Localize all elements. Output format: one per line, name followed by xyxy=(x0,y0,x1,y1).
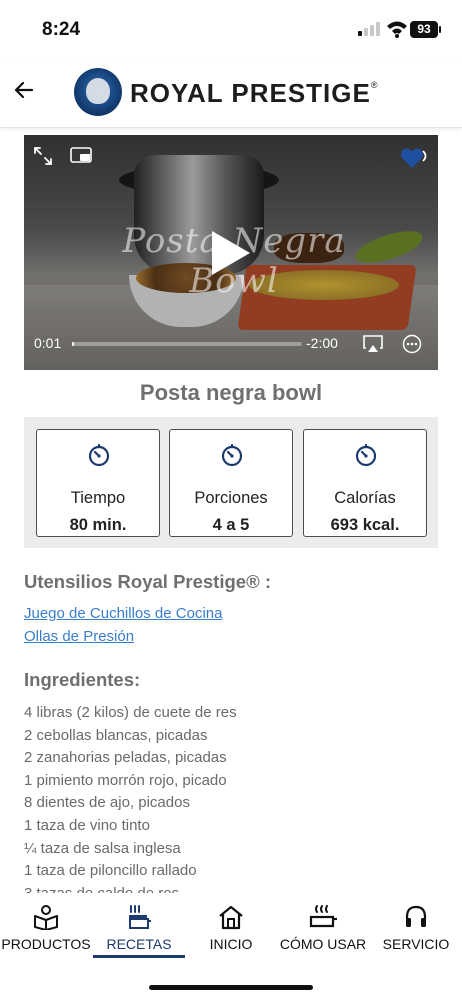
list-item: 1 pimiento morrón rojo, picado xyxy=(24,771,227,789)
chef-pot-icon xyxy=(129,905,151,929)
stat-value: 80 min. xyxy=(69,516,127,534)
nav-label: PRODUCTOS xyxy=(1,936,91,952)
video-player[interactable]: Posta Negra Bowl 0:01 -2:00 xyxy=(24,135,438,370)
video-remaining-time: -2:00 xyxy=(306,335,338,351)
back-arrow-icon[interactable] xyxy=(12,78,36,102)
home-indicator[interactable] xyxy=(149,985,313,990)
recipe-title: Posta negra bowl xyxy=(139,380,323,405)
app-header: ROYAL PRESTIGE® xyxy=(0,58,462,128)
airplay-icon[interactable] xyxy=(362,334,384,354)
more-options-icon[interactable] xyxy=(402,334,422,354)
nav-label: RECETAS xyxy=(106,936,172,952)
list-item: 2 zanahorias peladas, picadas xyxy=(24,749,227,767)
nav-item-productos[interactable]: PRODUCTOS xyxy=(0,901,92,961)
utensils-heading: Utensilios Royal Prestige® : xyxy=(24,571,272,592)
volume-icon[interactable] xyxy=(420,147,434,165)
lion-logo-icon xyxy=(74,68,122,116)
ingredients-list: 4 libras (2 kilos) de cuete de res 2 ceb… xyxy=(24,702,444,905)
list-item: 8 dientes de ajo, picados xyxy=(24,794,190,812)
book-person-icon xyxy=(34,905,58,930)
stat-value: 693 kcal. xyxy=(330,516,400,534)
nav-item-recetas[interactable]: RECETAS xyxy=(93,901,185,961)
nav-label: INICIO xyxy=(209,936,253,952)
list-item: 1 taza de vino tinto xyxy=(24,816,150,834)
recipe-stats: Tiempo 80 min. Porciones 4 a 5 Calorías … xyxy=(24,417,438,548)
fullscreen-icon[interactable] xyxy=(32,145,54,167)
pan-steam-icon xyxy=(309,905,337,928)
nav-item-inicio[interactable]: INICIO xyxy=(185,901,277,961)
nav-label: SERVICIO xyxy=(382,936,450,952)
nav-label: CÓMO USAR xyxy=(279,936,367,952)
brand-text: ROYAL PRESTIGE xyxy=(130,78,371,108)
stat-card-servings: Porciones 4 a 5 xyxy=(169,429,293,537)
stat-label: Porciones xyxy=(194,489,268,507)
stat-label: Calorías xyxy=(334,489,396,507)
stat-value: 4 a 5 xyxy=(212,516,250,534)
brand-name: ROYAL PRESTIGE® xyxy=(130,78,378,109)
timer-icon xyxy=(221,443,243,467)
stat-card-time: Tiempo 80 min. xyxy=(36,429,160,537)
play-button[interactable] xyxy=(212,231,250,275)
wifi-icon xyxy=(387,21,407,38)
video-progress-bar[interactable] xyxy=(72,342,302,346)
battery-indicator: 93 xyxy=(410,21,441,38)
status-time: 8:24 xyxy=(42,19,81,40)
signal-icon xyxy=(358,22,380,36)
video-progress-fill xyxy=(72,342,75,346)
picture-in-picture-icon[interactable] xyxy=(70,147,94,165)
link-knife-set[interactable]: Juego de Cuchillos de Cocina xyxy=(24,605,222,622)
home-icon xyxy=(219,905,243,930)
active-tab-indicator xyxy=(93,955,185,958)
list-item: 2 cebollas blancas, picadas xyxy=(24,726,208,744)
list-item: ¼ taza de salsa inglesa xyxy=(24,839,181,857)
nav-item-servicio[interactable]: SERVICIO xyxy=(370,901,462,961)
list-item: 4 libras (2 kilos) de cuete de res xyxy=(24,704,237,721)
stat-label: Tiempo xyxy=(70,489,126,507)
link-pressure-cookers[interactable]: Ollas de Presión xyxy=(24,628,134,645)
timer-icon xyxy=(355,443,377,467)
status-bar: 8:24 93 xyxy=(0,0,462,58)
video-current-time: 0:01 xyxy=(34,335,62,351)
timer-icon xyxy=(88,443,110,467)
stat-card-calories: Calorías 693 kcal. xyxy=(303,429,427,537)
nav-item-como-usar[interactable]: CÓMO USAR xyxy=(277,901,369,961)
list-item: 1 taza de piloncillo rallado xyxy=(24,862,197,880)
bottom-nav: PRODUCTOS RECETAS INICIO CÓMO USAR SERVI… xyxy=(0,893,462,1000)
headset-icon xyxy=(405,905,427,927)
registered-mark: ® xyxy=(370,80,379,90)
ingredients-heading: Ingredientes: xyxy=(24,669,141,690)
